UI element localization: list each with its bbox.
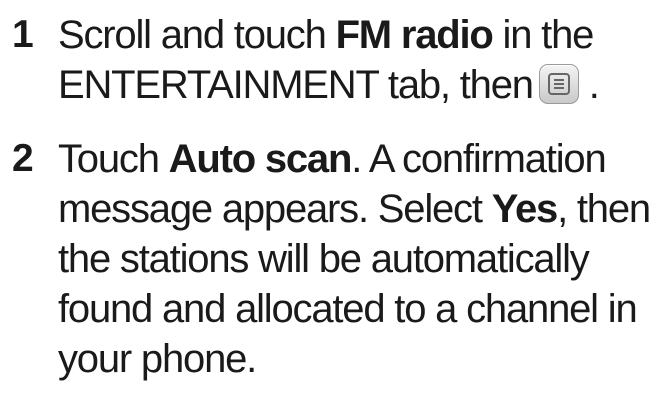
step-text-emphasis: FM radio <box>335 13 494 57</box>
step-text: Scroll and touch FM radio in the ENTERTA… <box>58 0 652 110</box>
step-text-emphasis: Yes <box>491 187 559 231</box>
step-number: 1 <box>12 13 34 56</box>
step-text-emphasis: Auto scan <box>168 137 353 181</box>
step-text-part: Scroll and touch <box>58 13 336 57</box>
step-1: 1 Scroll and touch FM radio in the ENTER… <box>12 0 652 110</box>
instruction-steps: 1 Scroll and touch FM radio in the ENTER… <box>12 0 652 384</box>
step-2: 2 Touch Auto scan. A confirmation messag… <box>12 124 652 384</box>
menu-icon <box>538 64 579 104</box>
step-text-part: Touch <box>58 137 169 181</box>
step-number: 2 <box>12 137 34 180</box>
step-text-part: . <box>588 63 600 107</box>
step-text: Touch Auto scan. A confirmation message … <box>58 124 652 384</box>
